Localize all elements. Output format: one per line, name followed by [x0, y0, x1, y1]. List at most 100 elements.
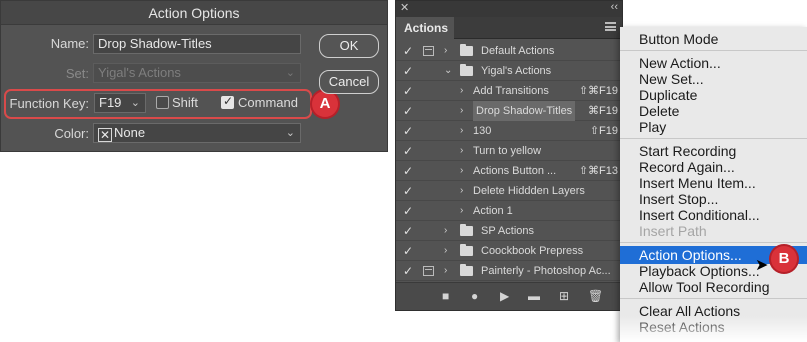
menu-item[interactable]: Record Again... [620, 159, 807, 175]
action-list-item[interactable]: ✓ › Add Transitions ⇧⌘F19 [396, 81, 622, 101]
chevron-right-icon[interactable]: › [444, 241, 447, 261]
set-label: Set: [65, 66, 89, 81]
folder-icon [460, 64, 473, 76]
play-icon[interactable]: ▶ [500, 289, 509, 303]
command-label: Command [238, 95, 298, 110]
toggle-check-icon[interactable]: ✓ [403, 161, 413, 181]
menu-item[interactable]: Insert Conditional... [620, 207, 807, 223]
chevron-right-icon[interactable]: › [460, 101, 463, 121]
function-key-label: Function Key: [9, 96, 90, 111]
toggle-check-icon[interactable]: ✓ [403, 141, 413, 161]
toggle-check-icon[interactable]: ✓ [403, 121, 413, 141]
command-checkbox[interactable] [221, 94, 234, 109]
toggle-check-icon[interactable]: ✓ [403, 41, 413, 61]
chevron-down-icon[interactable]: ⌄ [444, 61, 452, 81]
cancel-button[interactable]: Cancel [319, 70, 379, 94]
action-list-item[interactable]: ✓ › SP Actions [396, 221, 622, 241]
chevron-right-icon[interactable]: › [444, 261, 447, 281]
new-action-icon[interactable]: ⊞ [559, 289, 569, 303]
action-list-item[interactable]: ✓ › Delete Hiddden Layers [396, 181, 622, 201]
action-name: Default Actions [481, 45, 555, 57]
shortcut-key: ⇧⌘F19 [578, 85, 618, 97]
chevron-right-icon[interactable]: › [460, 181, 463, 201]
chevron-down-icon: ⌄ [285, 67, 295, 79]
menu-item[interactable]: Insert Stop... [620, 191, 807, 207]
ok-button[interactable]: OK [319, 34, 379, 58]
menu-separator [620, 138, 807, 139]
toggle-check-icon[interactable]: ✓ [403, 241, 413, 261]
chevron-right-icon[interactable]: › [444, 41, 447, 61]
chevron-right-icon[interactable]: › [444, 221, 447, 241]
set-select[interactable]: Yigal's Actions ⌄ [93, 63, 301, 83]
action-options-dialog: Action Options Name: Drop Shadow-Titles … [0, 0, 388, 152]
action-name: Coockbook Prepress [481, 245, 584, 257]
toggle-check-icon[interactable]: ✓ [403, 81, 413, 101]
name-label: Name: [50, 36, 89, 51]
callout-badge-b: B [771, 246, 797, 272]
menu-item[interactable]: Button Mode [620, 31, 807, 47]
collapse-icon[interactable]: ‹‹ [611, 1, 618, 13]
action-list-item[interactable]: ✓ › Turn to yellow [396, 141, 622, 161]
panel-menu-icon[interactable] [605, 22, 616, 31]
function-key-value: F19 [99, 95, 122, 110]
action-name: Yigal's Actions [481, 65, 552, 77]
menu-item[interactable]: Insert Menu Item... [620, 175, 807, 191]
tab-actions[interactable]: Actions [396, 17, 454, 40]
function-key-select[interactable]: F19 ⌄ [94, 93, 146, 113]
chevron-right-icon[interactable]: › [460, 201, 463, 221]
action-list-item[interactable]: ✓ › Painterly - Photoshop Ac... [396, 261, 622, 281]
name-input[interactable]: Drop Shadow-Titles [93, 34, 301, 54]
chevron-right-icon[interactable]: › [460, 161, 463, 181]
action-list-item[interactable]: ✓ › Coockbook Prepress [396, 241, 622, 261]
menu-separator [620, 242, 807, 243]
shift-label: Shift [172, 95, 199, 110]
menu-item[interactable]: Duplicate [620, 87, 807, 103]
menu-item[interactable]: Allow Tool Recording [620, 279, 807, 295]
dialog-toggle-icon[interactable] [423, 46, 434, 56]
action-name: Delete Hiddden Layers [473, 185, 585, 197]
menu-fade [620, 316, 807, 342]
chevron-right-icon[interactable]: › [460, 81, 463, 101]
action-list-item[interactable]: ✓ ⌄ Yigal's Actions [396, 61, 622, 81]
folder-icon [460, 244, 473, 256]
folder-icon [460, 224, 473, 236]
action-list-item[interactable]: ✓ › Drop Shadow-Titles ⌘F19 [396, 101, 622, 121]
action-list-item[interactable]: ✓ › Action 1 [396, 201, 622, 221]
chevron-right-icon[interactable]: › [460, 141, 463, 161]
color-select[interactable]: ✕ None ⌄ [93, 123, 301, 143]
chevron-right-icon[interactable]: › [460, 121, 463, 141]
action-list-item[interactable]: ✓ › Default Actions [396, 41, 622, 61]
stop-icon[interactable]: ■ [442, 289, 449, 303]
chevron-down-icon: ⌄ [285, 127, 295, 139]
toggle-check-icon[interactable]: ✓ [403, 61, 413, 81]
toggle-check-icon[interactable]: ✓ [403, 181, 413, 201]
dialog-title: Action Options [1, 1, 387, 25]
action-list-item[interactable]: ✓ › Actions Button ... ⇧⌘F13 [396, 161, 622, 181]
actions-panel-menu: Button Mode New Action... New Set... Duplic… [620, 27, 807, 342]
menu-item: Insert Path [639, 223, 707, 239]
action-name: Painterly - Photoshop Ac... [481, 265, 611, 277]
shortcut-key: ⌘F19 [588, 105, 618, 117]
panel-bottom-toolbar: ■ ● ▶ ▬ ⊞ 🗑 [396, 282, 622, 310]
toggle-check-icon[interactable]: ✓ [403, 201, 413, 221]
menu-item[interactable]: New Action... [620, 55, 807, 71]
shift-checkbox[interactable] [156, 96, 169, 109]
menu-separator [620, 298, 807, 299]
record-icon[interactable]: ● [471, 289, 478, 303]
folder-icon [460, 44, 473, 56]
actions-panel: ✕ ‹‹ Actions ✓ › Default Actions ✓ ⌄ Yigal's … [395, 0, 623, 311]
menu-item[interactable]: Delete [620, 103, 807, 119]
toggle-check-icon[interactable]: ✓ [403, 261, 413, 281]
menu-item[interactable]: Play [620, 119, 807, 135]
toggle-check-icon[interactable]: ✓ [403, 101, 413, 121]
action-name: Add Transitions [473, 85, 549, 97]
action-list-item[interactable]: ✓ › 130 ⇧F19 [396, 121, 622, 141]
toggle-check-icon[interactable]: ✓ [403, 221, 413, 241]
menu-item[interactable]: New Set... [620, 71, 807, 87]
delete-icon[interactable]: 🗑 [588, 289, 603, 303]
close-icon[interactable]: ✕ [400, 1, 409, 14]
dialog-toggle-icon[interactable] [423, 266, 434, 276]
action-name: Action 1 [473, 205, 513, 217]
menu-item[interactable]: Start Recording [620, 143, 807, 159]
new-set-icon[interactable]: ▬ [528, 289, 540, 303]
